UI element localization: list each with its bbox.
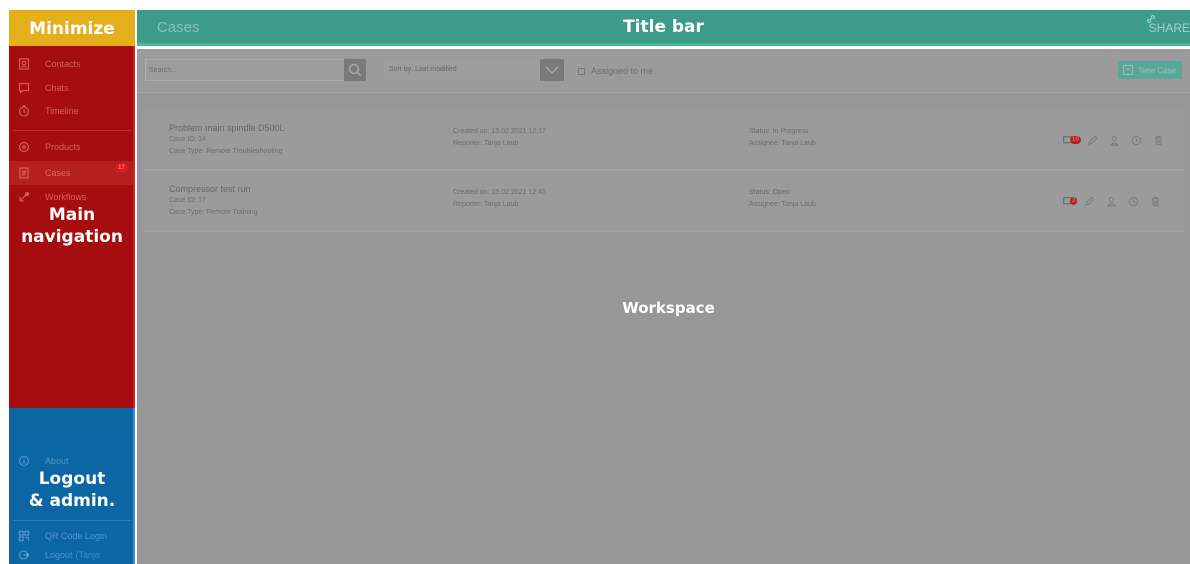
sidebar-item-label: Logout (45, 550, 73, 560)
sidebar-item-label: QR Code Login (45, 531, 108, 541)
search-icon (348, 63, 362, 77)
case-title: Compressor test run (169, 184, 251, 194)
share-button[interactable]: SHARE (1146, 14, 1190, 35)
title-bar: Cases Title bar SHARE (137, 10, 1190, 46)
pencil-icon (1084, 196, 1095, 206)
case-type: Case Type: Remote Troubleshooting (169, 148, 283, 155)
products-icon (17, 140, 31, 154)
logout-icon (17, 548, 31, 562)
pencil-icon (1088, 135, 1098, 145)
case-card[interactable]: Problem main spindle D500L Case ID: 14 C… (143, 111, 1184, 171)
workspace-zone-label: Workspace (622, 299, 715, 317)
minimize-zone[interactable]: Minimize (9, 10, 135, 46)
contacts-icon (17, 57, 31, 71)
case-reporter: Reporter: Tanja Laub (453, 201, 519, 208)
sidebar-item-label: Cases (45, 168, 71, 178)
case-actions: 10 (1063, 134, 1175, 146)
case-created: Created on: 15.02.2021 12:42 (453, 189, 547, 196)
case-assignee: Assignee: Tanja Laub (749, 201, 816, 208)
main-navigation-zone: Contacts Chats Timeline Products Cases 1… (9, 46, 135, 408)
sidebar-item-label: About (45, 456, 69, 466)
sidebar-item-chats[interactable]: Chats (17, 79, 129, 97)
logout-admin-zone: About QR Code Login Logout (Tanja Logout… (9, 408, 135, 564)
sort-select[interactable]: Sort by: Last modified (383, 59, 540, 81)
delete-button[interactable] (1153, 134, 1165, 146)
case-card[interactable]: Compressor test run Case ID: 17 Case Typ… (143, 172, 1184, 232)
case-status: Status: Open (749, 189, 790, 196)
main-navigation-zone-label: Main navigation (21, 205, 123, 247)
sidebar-item-cases[interactable]: Cases (17, 164, 129, 182)
case-reporter: Reporter: Tanja Laub (453, 140, 519, 147)
info-icon (17, 454, 31, 468)
search-button[interactable] (344, 59, 366, 81)
cases-icon (17, 166, 31, 180)
case-chat-button[interactable]: 10 (1063, 135, 1081, 145)
workflows-icon (17, 190, 31, 204)
trash-icon (1151, 196, 1160, 206)
search-input[interactable] (145, 59, 345, 81)
assign-button[interactable] (1105, 195, 1117, 207)
clock-icon (1132, 135, 1142, 145)
nav-divider (13, 130, 131, 131)
case-assignee: Assignee: Tanja Laub (749, 140, 816, 147)
sidebar-item-label: Chats (45, 83, 69, 93)
sidebar-item-label: Products (45, 142, 81, 152)
case-type: Case Type: Remote Training (169, 209, 258, 216)
sidebar-item-qr-login[interactable]: QR Code Login (17, 527, 129, 545)
minimize-zone-label: Minimize (29, 19, 115, 39)
new-case-button[interactable]: + New Case (1118, 61, 1182, 79)
workspace-zone: Sort by: Last modified Assigned to me + … (137, 49, 1190, 564)
assign-button[interactable] (1109, 134, 1121, 146)
case-id: Case ID: 17 (169, 197, 206, 204)
sidebar-item-label: Timeline (45, 106, 79, 116)
assigned-to-me-filter[interactable]: Assigned to me (578, 66, 653, 76)
chat-count-badge: 10 (1070, 136, 1081, 144)
sidebar-item-timeline[interactable]: Timeline (17, 102, 129, 120)
logout-admin-zone-label: Logout & admin. (28, 469, 116, 511)
qr-code-icon (17, 529, 31, 543)
sort-dropdown-button[interactable] (540, 59, 564, 81)
sidebar-item-label: Contacts (45, 59, 81, 69)
chat-icon (17, 81, 31, 95)
case-chat-button[interactable]: 2 (1063, 196, 1078, 206)
cases-count-badge: 17 (116, 164, 127, 172)
case-created: Created on: 15.02.2021 12:17 (453, 128, 547, 135)
trash-icon (1155, 135, 1163, 145)
user-icon (1106, 196, 1117, 207)
assigned-to-me-label: Assigned to me (591, 66, 654, 76)
history-button[interactable] (1131, 134, 1143, 146)
case-id: Case ID: 14 (169, 136, 206, 143)
sidebar-item-products[interactable]: Products (17, 138, 129, 156)
sidebar-item-label: Workflows (45, 192, 87, 202)
clock-icon (1128, 196, 1139, 206)
history-button[interactable] (1127, 195, 1139, 207)
edit-button[interactable] (1083, 195, 1095, 207)
plus-icon: + (1123, 65, 1133, 75)
title-bar-zone-label: Title bar (623, 17, 704, 37)
delete-button[interactable] (1149, 195, 1161, 207)
new-case-label: New Case (1139, 65, 1176, 75)
assigned-to-me-checkbox[interactable] (578, 67, 585, 75)
case-actions: 2 (1063, 195, 1171, 207)
admin-divider (13, 520, 131, 521)
user-icon (1109, 135, 1120, 146)
edit-button[interactable] (1087, 134, 1099, 146)
case-title: Problem main spindle D500L (169, 123, 285, 133)
clock-icon (17, 104, 31, 118)
chevron-down-icon (545, 66, 559, 74)
case-status: Status: In Progress (749, 128, 809, 135)
sidebar-item-contacts[interactable]: Contacts (17, 55, 129, 73)
sidebar-item-logout[interactable]: Logout (Tanja (17, 546, 129, 564)
logout-user-name: (Tanja (75, 550, 101, 560)
chat-count-badge: 2 (1070, 197, 1078, 205)
workspace-toolbar: Sort by: Last modified Assigned to me + … (137, 49, 1190, 93)
link-icon (1146, 14, 1155, 24)
